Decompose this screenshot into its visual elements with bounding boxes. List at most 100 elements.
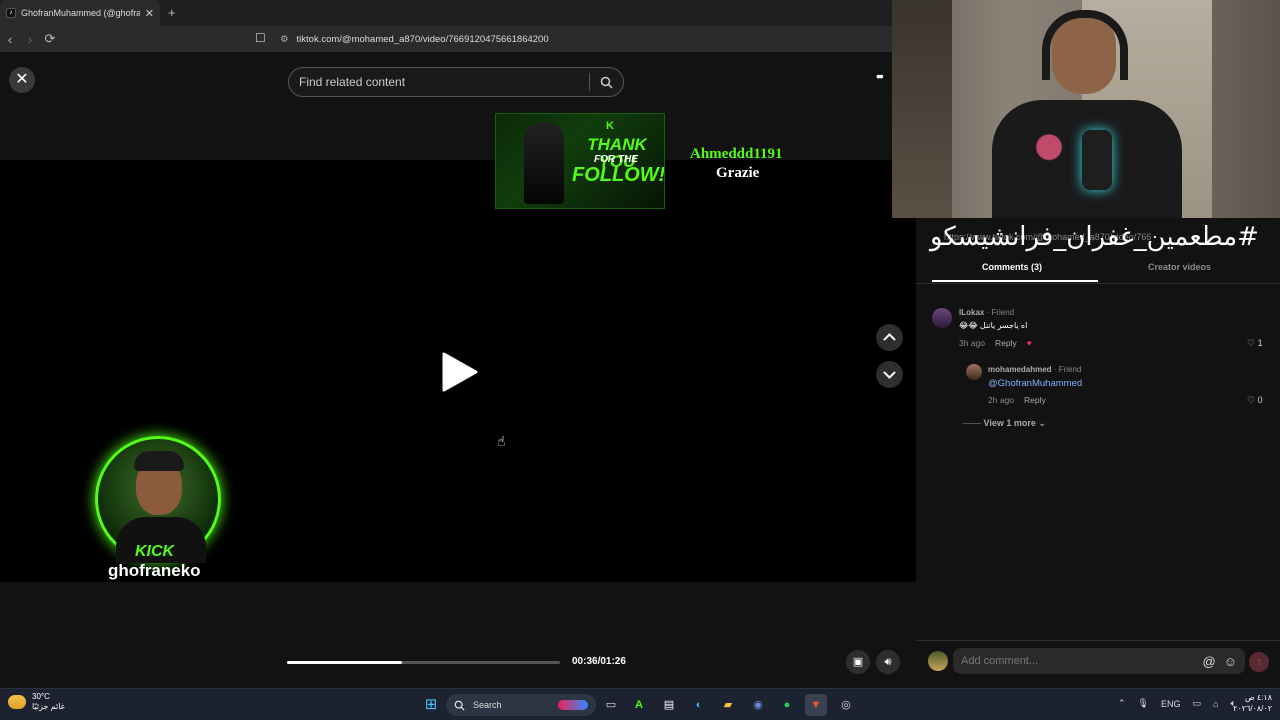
new-tab-button[interactable]: + [168, 5, 176, 20]
comment-time: 2h ago [988, 395, 1014, 405]
search-icon [454, 700, 465, 711]
tiktok-icon: ♪ [6, 8, 16, 18]
active-tab-indicator [932, 280, 1098, 282]
progress-fill [287, 661, 402, 664]
comment-author[interactable]: mohamedahmed · Friend [988, 365, 1081, 374]
tab-comments[interactable]: Comments (3) [982, 262, 1042, 272]
mention-link[interactable]: @GhofranMuhammed [988, 378, 1082, 389]
panel-tabs: Comments (3) Creator videos [932, 262, 1266, 282]
comment-meta: 3h ago Reply ♥ [959, 338, 1032, 348]
avatar[interactable] [966, 364, 982, 380]
weather-text: 30°C غائم جزئيًا [32, 692, 65, 712]
edge-icon[interactable]: ◐ [688, 694, 710, 716]
site-info-icon[interactable]: ⚙ [280, 34, 289, 45]
author-name[interactable]: lLokax [959, 308, 984, 317]
mouse-cursor-icon: ☝ [497, 433, 506, 449]
forward-icon[interactable]: › [20, 32, 40, 47]
webcam-microphone [1082, 130, 1112, 190]
microphone-icon[interactable]: 🎙︎ [1138, 698, 1149, 709]
display-icon[interactable]: ▭ [1193, 698, 1202, 709]
comment-placeholder: Add comment... [961, 655, 1039, 667]
discord-icon[interactable]: ◉ [747, 694, 769, 716]
follower-name: Ahmeddd1191 [690, 146, 783, 162]
search-highlight-icon [558, 700, 588, 710]
author-name[interactable]: mohamedahmed [988, 365, 1052, 374]
file-explorer-icon[interactable]: ▰ [717, 694, 739, 716]
weather-icon [8, 695, 26, 709]
clock-time: ٤:١٨ ص [1244, 693, 1272, 702]
my-avatar [928, 651, 948, 671]
obs-icon[interactable]: ◎ [835, 694, 857, 716]
tray-chevron-icon[interactable]: ⌃ [1118, 698, 1126, 709]
store-icon[interactable]: ▤ [658, 694, 680, 716]
webcam-shelf [892, 0, 952, 218]
view-more-replies[interactable]: —— View 1 more ⌄ [963, 418, 1046, 429]
search-icon[interactable] [600, 76, 613, 89]
taskbar-search-label: Search [473, 700, 502, 710]
comment-text: 😂😂 اه ياجسر ياتنل [959, 321, 1028, 330]
play-icon[interactable] [440, 352, 480, 392]
clock-date: ٢٠٢٦/٠٨/٠٢ [1233, 704, 1272, 713]
weather-widget[interactable]: 30°C غائم جزئيًا [8, 692, 65, 712]
clock[interactable]: ٤:١٨ ص ٢٠٢٦/٠٨/٠٢ [1228, 692, 1272, 714]
alert-line-3: FOLLOW! [572, 164, 665, 186]
next-video-icon[interactable] [876, 361, 903, 388]
creator-liked-icon: ♥ [1026, 338, 1032, 348]
search-placeholder: Find related content [299, 75, 406, 89]
divider [589, 73, 590, 91]
comment-meta: 2h ago Reply [988, 395, 1046, 405]
volume-icon[interactable]: 🔊︎ [876, 650, 900, 674]
like-button[interactable]: ♡ 1 [1247, 338, 1263, 349]
taskbar-search[interactable]: Search [446, 694, 596, 716]
divider [916, 640, 1280, 641]
language-indicator[interactable]: ENG [1161, 699, 1181, 709]
previous-video-icon[interactable] [876, 324, 903, 351]
view-more-label: View 1 more [983, 418, 1036, 428]
address-bar[interactable]: ⚙ tiktok.com/@mohamed_a870/video/7669120… [280, 30, 549, 48]
browser-tab[interactable]: ♪ GhofranMuhammed (@ghofran… ✕ [0, 0, 160, 26]
divider [916, 283, 1280, 284]
follow-alert-card: K THANK YOU FOR THE FOLLOW! [495, 113, 665, 209]
avatar-hair [134, 451, 184, 471]
network-icon[interactable]: ⌂ [1213, 699, 1218, 709]
back-icon[interactable]: ‹ [0, 32, 20, 47]
heart-icon: ♡ [1247, 338, 1256, 348]
avatar[interactable] [932, 308, 952, 328]
weather-desc: غائم جزئيًا [32, 702, 65, 711]
mention-icon[interactable]: @ [1203, 654, 1216, 669]
friend-label: · Friend [1051, 365, 1082, 374]
emoji-icon[interactable]: ☺ [1224, 654, 1237, 669]
kick-handle: ghofraneko [108, 561, 201, 580]
reload-icon[interactable]: ⟳ [40, 31, 60, 47]
related-search-input[interactable]: Find related content [288, 67, 624, 97]
kick-logo-text: KICK [135, 543, 175, 560]
comment-author[interactable]: lLokax · Friend [959, 308, 1014, 317]
follower-message: Grazie [716, 165, 760, 181]
friend-label: · Friend [984, 308, 1015, 317]
tab-title: GhofranMuhammed (@ghofran… [21, 8, 140, 18]
chevron-down-icon: ⌄ [1038, 418, 1046, 428]
send-comment-button[interactable]: ↑ [1249, 652, 1269, 672]
add-comment-input[interactable]: Add comment... @ ☺ [953, 648, 1245, 674]
close-tab-icon[interactable]: ✕ [145, 7, 154, 20]
bookmark-icon[interactable]: ☐ [255, 31, 266, 45]
brave-icon[interactable]: ▼ [805, 694, 827, 716]
progress-bar[interactable] [287, 661, 560, 664]
overlay-hashtag: مطعمين_غفران_فرانشيسكو# [930, 222, 1259, 252]
divider: —— [963, 418, 981, 428]
reply-button[interactable]: Reply [995, 338, 1017, 348]
reply-button[interactable]: Reply [1024, 395, 1046, 405]
start-icon[interactable]: ⊞ [420, 694, 442, 716]
alert-kick-logo: K [606, 120, 614, 132]
task-view-icon[interactable]: ▭ [600, 694, 622, 716]
picture-in-picture-icon[interactable]: ▣ [846, 650, 870, 674]
like-count: 0 [1257, 395, 1263, 405]
webcam-overlay [892, 0, 1280, 218]
url-text: tiktok.com/@mohamed_a870/video/766912047… [296, 33, 549, 45]
close-button[interactable]: ✕ [9, 67, 35, 93]
like-button[interactable]: ♡ 0 [1247, 395, 1263, 406]
tab-creator-videos[interactable]: Creator videos [1148, 262, 1211, 272]
app-icon[interactable]: A [628, 694, 650, 716]
spotify-icon[interactable]: ● [776, 694, 798, 716]
comment-time: 3h ago [959, 338, 985, 348]
